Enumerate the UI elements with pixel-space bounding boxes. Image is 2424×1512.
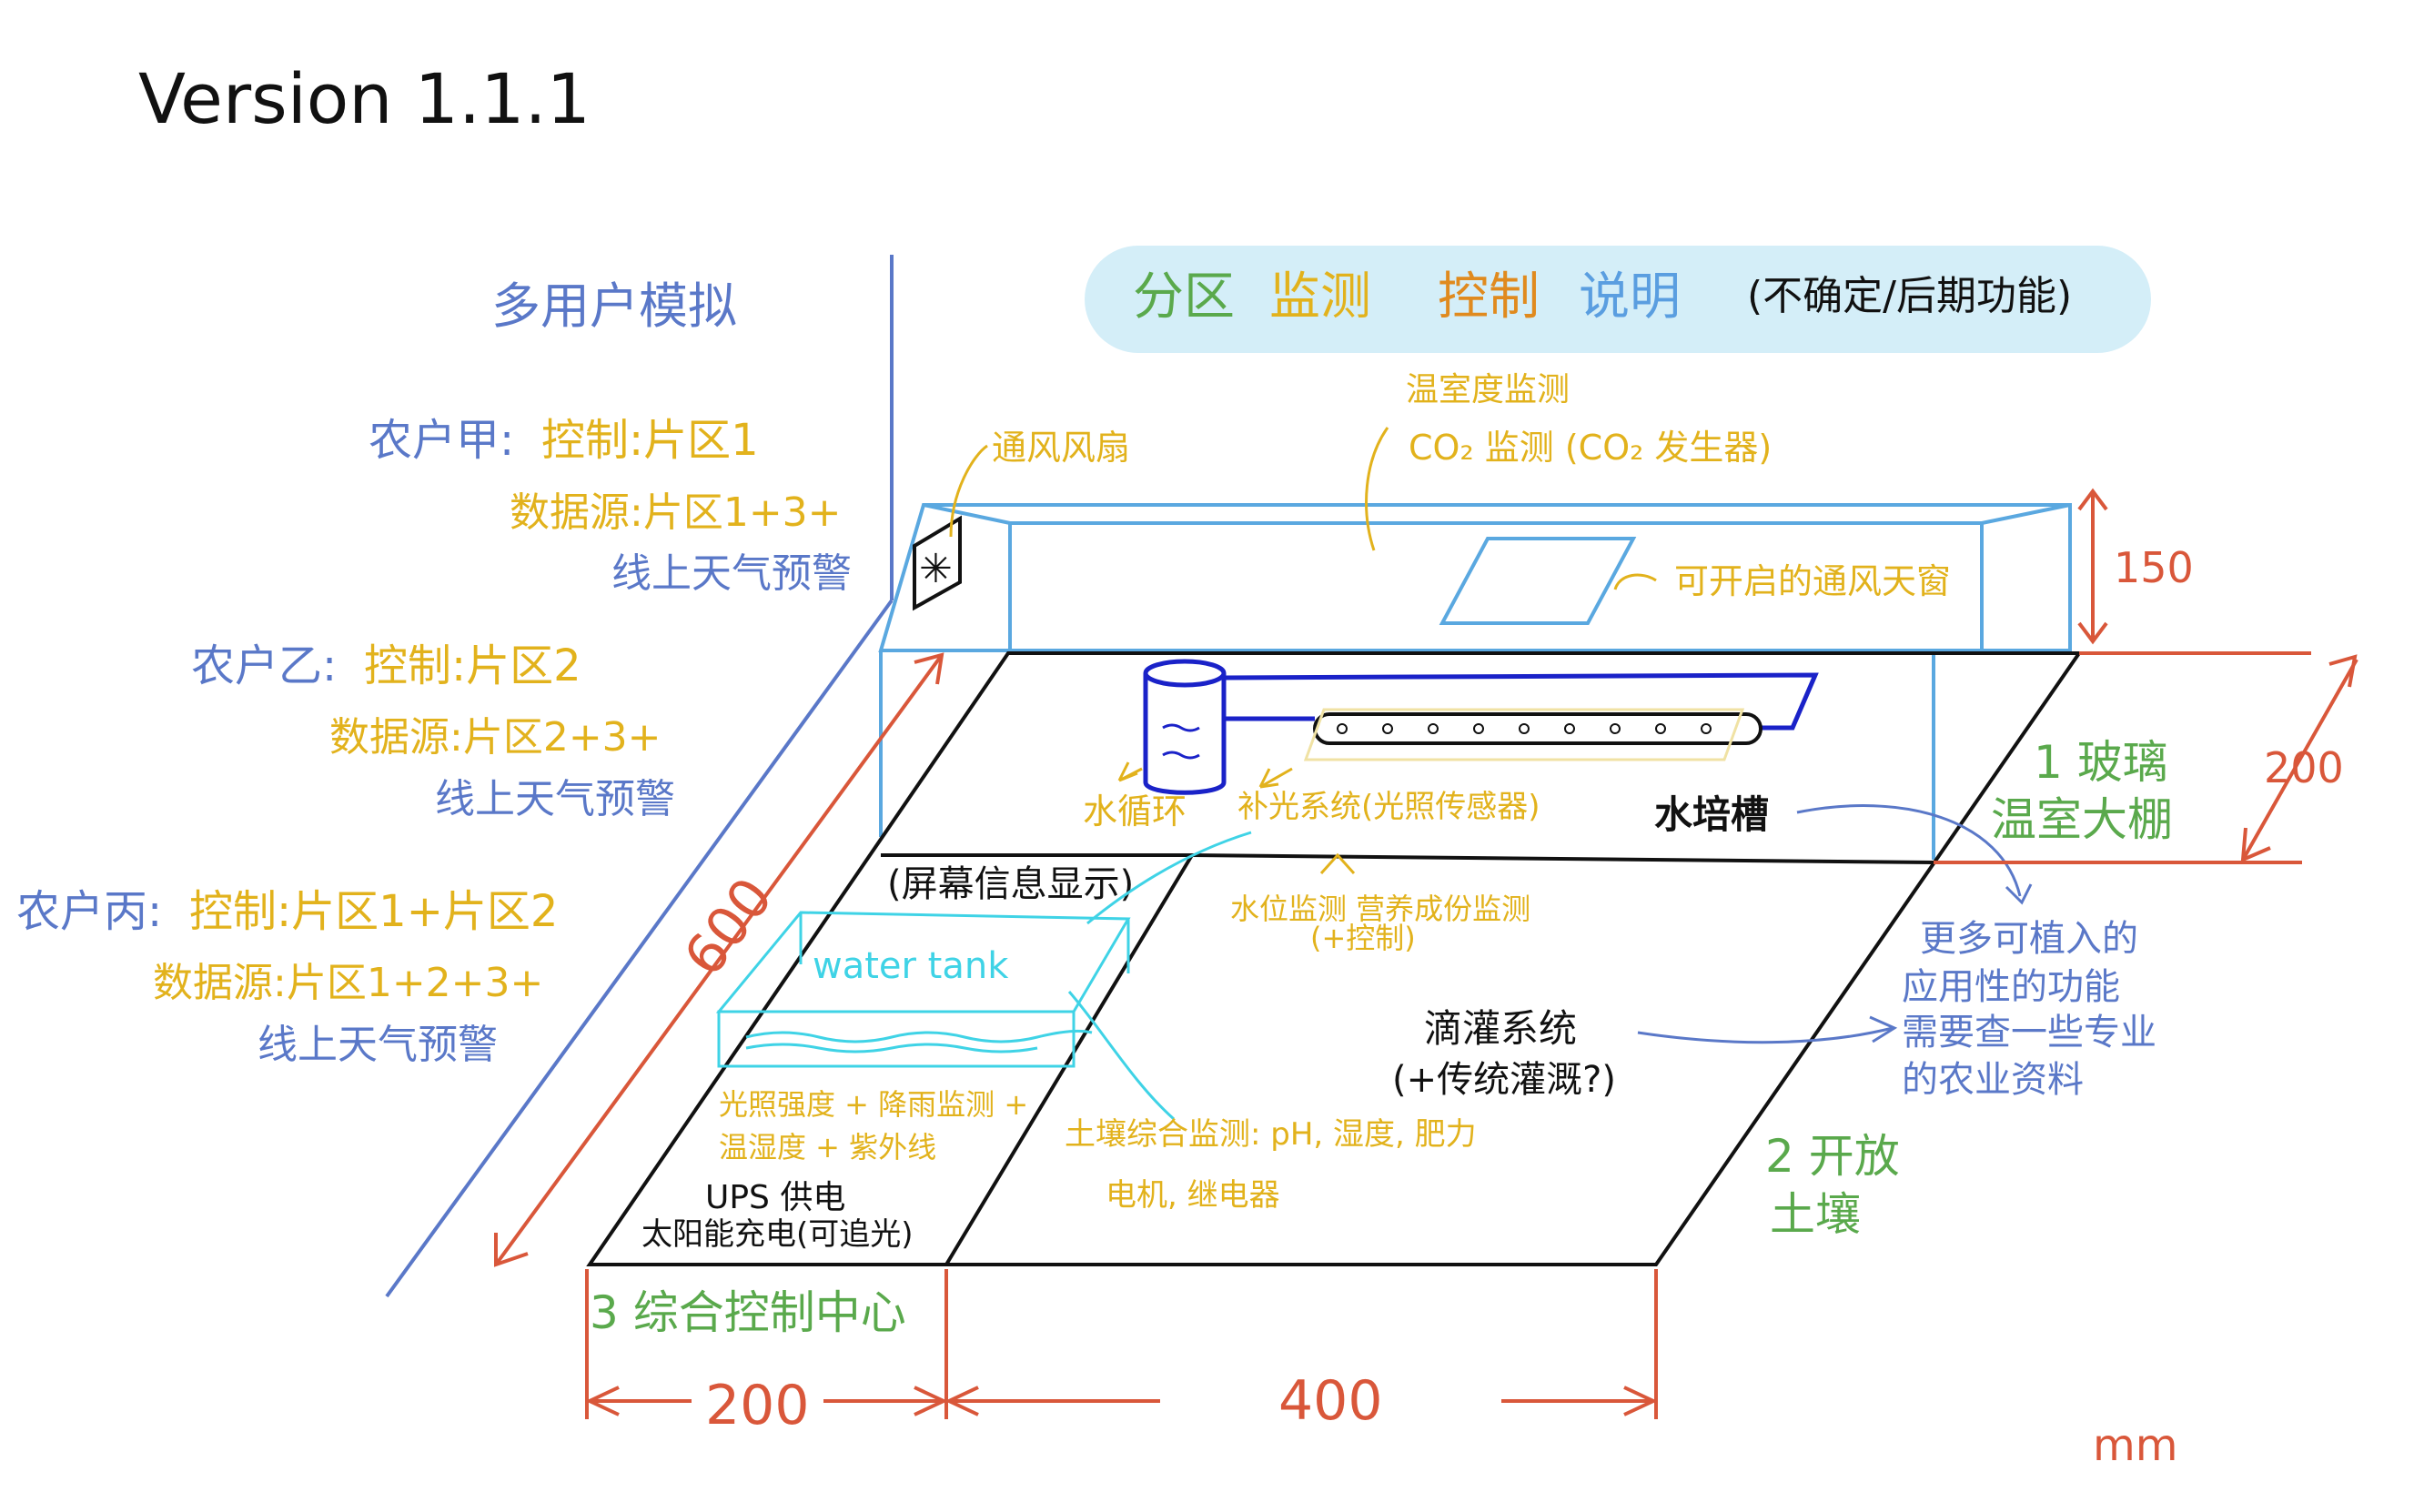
fan-icon: ✳: [913, 515, 962, 611]
farmer-a-source: 数据源:片区1+3+: [510, 489, 842, 536]
sensors-line2: 温湿度 + 紫外线: [719, 1130, 936, 1164]
banner-zone: 分区: [1133, 267, 1235, 327]
future-line2: 应用性的功能: [1902, 966, 2120, 1008]
fan-arrow: [949, 444, 988, 538]
motor-label: 电机, 继电器: [1106, 1177, 1280, 1214]
water-tank-label: water tank: [813, 945, 1009, 987]
drip-arrow: [1637, 1026, 1894, 1044]
farmer-a-weather: 线上天气预警: [611, 550, 852, 597]
sensors-line1: 光照强度 + 降雨监测 +: [719, 1087, 1028, 1122]
drip-extra-label: (+传统灌溉?): [1392, 1059, 1616, 1101]
solar-label: 太阳能充电(可追光): [641, 1216, 914, 1253]
farmer-c-weather: 线上天气预警: [258, 1022, 498, 1068]
soil-link-line: [1067, 991, 1175, 1121]
greenhouse-label-line2: 温室大棚: [1991, 793, 2173, 846]
plus-control-label: (+控制): [1310, 921, 1416, 955]
hydro-tank-label: 水培槽: [1654, 792, 1769, 837]
soil-monitor-label: 土壤综合监测: pH, 湿度, 肥力: [1065, 1116, 1477, 1153]
future-line1: 更多可植入的: [1920, 918, 2138, 960]
depth-label: 600: [672, 866, 785, 988]
users-heading: 多用户模拟: [491, 277, 737, 335]
height-dimension-small: [2077, 488, 2108, 645]
screen-label: (屏幕信息显示): [887, 863, 1134, 905]
width-right-label: 400: [1278, 1369, 1383, 1433]
co2-arrow: [1365, 427, 1389, 551]
farmer-b-source: 数据源:片区2+3+: [329, 714, 662, 761]
farmer-a-name: 农户甲:: [369, 415, 514, 466]
grow-light-frame: [1303, 708, 1745, 761]
banner-control: 控制: [1438, 267, 1540, 327]
farmer-a-control: 控制:片区1: [541, 415, 759, 466]
banner-explain: 说明: [1579, 267, 1681, 327]
width-left-label: 200: [705, 1374, 810, 1437]
farmer-b-name: 农户乙:: [191, 640, 337, 691]
height-small-label: 150: [2114, 543, 2194, 592]
open-field-label-line2: 土壤: [1770, 1188, 1861, 1241]
co2-label: CO₂ 监测 (CO₂ 发生器): [1409, 428, 1772, 468]
hydroponic-tube: [1313, 712, 1762, 745]
skylight-label: 可开启的通风天窗: [1674, 561, 1951, 601]
water-cycle-label: 水循环: [1083, 791, 1187, 832]
unit-label: mm: [2093, 1420, 2178, 1471]
banner-monitor: 监测: [1269, 267, 1371, 327]
farmer-c-source: 数据源:片区1+2+3+: [153, 960, 543, 1006]
future-link-arrow: [1796, 804, 2022, 897]
water-cycle-arrow: [1117, 761, 1143, 782]
banner-note: (不确定/后期功能): [1747, 273, 2072, 319]
grow-light-label: 补光系统(光照传感器): [1237, 789, 1540, 825]
water-tank-box: [715, 911, 1131, 1068]
farmer-c-name: 农户丙:: [16, 886, 162, 937]
greenhouse-sketch: Version 1.1.1 分区 监测 控制 说明 (不确定/后期功能) 多用户…: [16, 58, 2358, 1471]
skylight-window: [1439, 537, 1637, 625]
future-line4: 的农业资料: [1902, 1059, 2084, 1101]
svg-text:✳: ✳: [919, 546, 953, 592]
version-title: Version 1.1.1: [138, 58, 591, 139]
greenhouse-label-line1: 1 玻璃: [2034, 736, 2168, 789]
grow-light-arrow: [1258, 767, 1293, 789]
open-field-label-line1: 2 开放: [1765, 1130, 1900, 1183]
farmer-c-control: 控制:片区1+片区2: [189, 886, 558, 937]
water-cycle-tank: [1143, 659, 1227, 795]
ups-label: UPS 供电: [705, 1179, 845, 1216]
temperature-label: 温室度监测: [1406, 371, 1570, 408]
farmer-b-control: 控制:片区2: [364, 640, 581, 691]
control-center-label: 3 综合控制中心: [590, 1286, 906, 1339]
fan-label: 通风风扇: [992, 428, 1130, 468]
farmer-b-weather: 线上天气预警: [435, 776, 675, 822]
drip-label: 滴灌系统: [1424, 1006, 1577, 1051]
future-line3: 需要查一些专业: [1902, 1012, 2156, 1053]
height-large-label: 200: [2264, 743, 2344, 792]
skylight-arrow: [1613, 573, 1657, 590]
